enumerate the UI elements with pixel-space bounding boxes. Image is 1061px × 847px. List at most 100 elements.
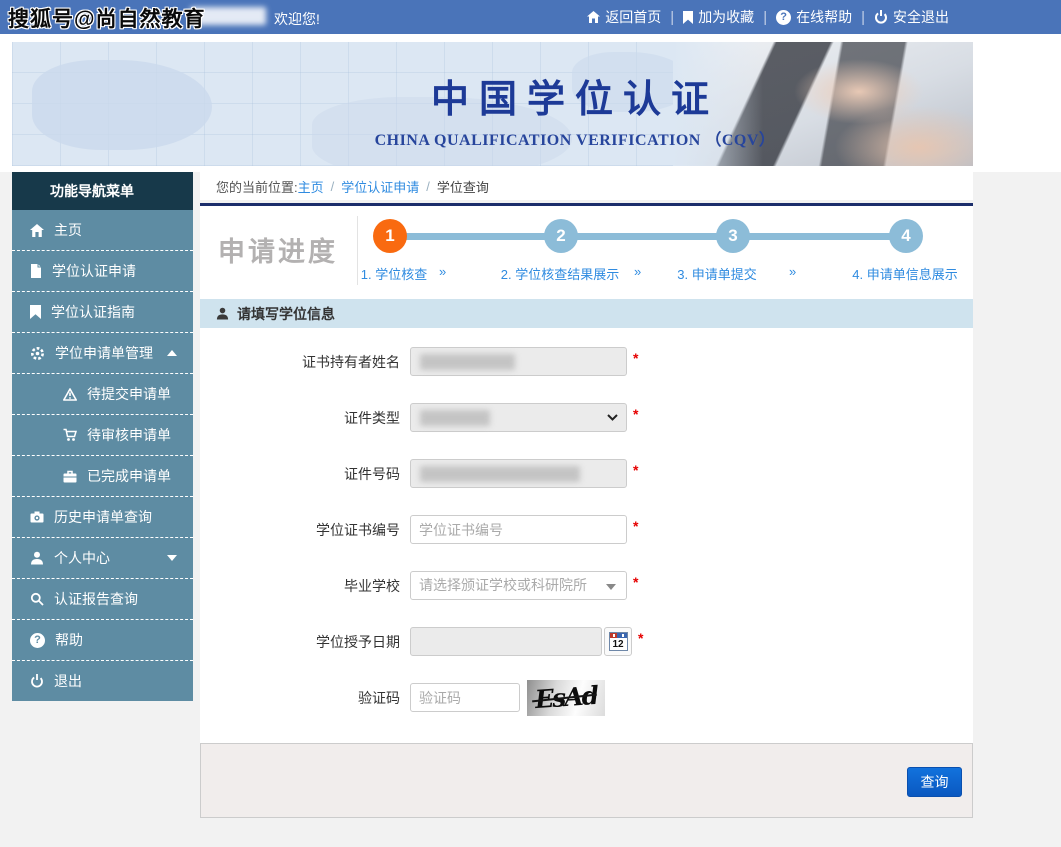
- home-link-label: 返回首页: [605, 7, 661, 27]
- sidebar-item-label: 学位认证申请: [52, 261, 136, 281]
- home-link[interactable]: 返回首页: [587, 7, 661, 27]
- sidebar-item-application-management[interactable]: 学位申请单管理: [12, 333, 193, 374]
- breadcrumb-degree-application[interactable]: 学位认证申请: [341, 177, 419, 196]
- field-label: 毕业学校: [200, 576, 400, 596]
- certificate-holder-name-input[interactable]: [410, 347, 627, 376]
- user-icon: [216, 307, 229, 320]
- captcha-text: EsAd: [534, 683, 598, 712]
- breadcrumb-separator: /: [426, 179, 430, 194]
- document-icon: [30, 264, 42, 278]
- sidebar-header: 功能导航菜单: [12, 172, 193, 210]
- help-icon: ?: [776, 10, 791, 25]
- sidebar-item-completed[interactable]: 已完成申请单: [12, 456, 193, 497]
- step-circle-4: 4: [889, 219, 923, 253]
- sidebar-item-pending-review[interactable]: 待审核申请单: [12, 415, 193, 456]
- gear-icon: [30, 346, 45, 361]
- home-icon: [30, 224, 44, 237]
- degree-certificate-number-input[interactable]: [410, 515, 627, 544]
- field-label: 学位证书编号: [200, 520, 400, 540]
- watermark: 搜狐号@尚自然教育: [8, 3, 205, 33]
- online-help-link[interactable]: ? 在线帮助: [776, 7, 852, 27]
- welcome-text: 欢迎您!: [274, 9, 320, 29]
- sidebar-item-label: 待提交申请单: [87, 384, 171, 404]
- form-footer: 查询: [200, 743, 973, 818]
- id-type-select[interactable]: [410, 403, 627, 432]
- required-asterisk: *: [633, 518, 638, 534]
- sidebar-item-label: 个人中心: [54, 548, 110, 568]
- header-band: 中国学位认证 CHINA QUALIFICATION VERIFICATION …: [0, 34, 1061, 172]
- degree-info-form: 证书持有者姓名 * 证件类型 * 证件号码: [200, 328, 973, 743]
- help-icon: ?: [30, 633, 45, 648]
- sidebar-item-personal-center[interactable]: 个人中心: [12, 538, 193, 579]
- captcha-input[interactable]: [410, 683, 520, 712]
- sidebar-item-label: 主页: [54, 220, 82, 240]
- calendar-button[interactable]: 12: [604, 627, 632, 656]
- required-asterisk: *: [633, 462, 638, 478]
- captcha-image[interactable]: EsAd: [527, 680, 605, 716]
- form-row-holder-name: 证书持有者姓名 *: [200, 347, 973, 376]
- breadcrumb: 您的当前位置: 主页 / 学位认证申请 / 学位查询: [200, 172, 973, 200]
- field-label: 证件类型: [200, 408, 400, 428]
- step-circle-2: 2: [544, 219, 578, 253]
- add-favorite-label: 加为收藏: [698, 7, 754, 27]
- sidebar-item-degree-application[interactable]: 学位认证申请: [12, 251, 193, 292]
- breadcrumb-separator: /: [331, 179, 335, 194]
- step-circle-1: 1: [373, 219, 407, 253]
- degree-award-date-input[interactable]: [410, 627, 602, 656]
- topbar: 欢迎您! 返回首页 | 加为收藏 | ? 在线帮助 | 安全退出 搜狐号@尚自然…: [0, 0, 1061, 34]
- form-section-title: 请填写学位信息: [237, 304, 335, 324]
- sidebar-item-report-query[interactable]: 认证报告查询: [12, 579, 193, 620]
- home-icon: [587, 11, 600, 23]
- required-asterisk: *: [633, 574, 638, 590]
- power-icon: [874, 10, 888, 24]
- select-placeholder: 请选择颁证学校或科研院所: [411, 572, 626, 599]
- chevron-up-icon: [167, 350, 177, 356]
- step-label-4[interactable]: 4. 申请单信息展示: [852, 264, 957, 283]
- step-label-2[interactable]: 2. 学位核查结果展示: [501, 264, 619, 283]
- step-label-1[interactable]: 1. 学位核查: [361, 264, 427, 283]
- query-button[interactable]: 查询: [907, 767, 962, 797]
- form-row-id-number: 证件号码 *: [200, 459, 973, 488]
- site-banner: 中国学位认证 CHINA QUALIFICATION VERIFICATION …: [12, 42, 973, 166]
- graduation-school-select[interactable]: 请选择颁证学校或科研院所: [410, 571, 627, 600]
- redacted-value: [420, 410, 490, 426]
- main-content: 您的当前位置: 主页 / 学位认证申请 / 学位查询 申请进度 1 2 3 4 …: [200, 172, 973, 818]
- field-label: 证件号码: [200, 464, 400, 484]
- field-label: 验证码: [200, 688, 400, 708]
- form-row-graduation-school: 毕业学校 请选择颁证学校或科研院所 *: [200, 571, 973, 600]
- site-subtitle: CHINA QUALIFICATION VERIFICATION （CQV）: [345, 126, 805, 150]
- world-map-shape: [32, 60, 212, 150]
- form-row-certificate-number: 学位证书编号 *: [200, 515, 973, 544]
- topbar-separator: |: [763, 9, 767, 26]
- form-section-header: 请填写学位信息: [200, 299, 973, 328]
- sidebar-item-label: 待审核申请单: [87, 425, 171, 445]
- topbar-separator: |: [861, 9, 865, 26]
- sidebar-item-help[interactable]: ? 帮助: [12, 620, 193, 661]
- cart-icon: [63, 428, 77, 442]
- logout-label: 安全退出: [893, 7, 949, 27]
- logout-link[interactable]: 安全退出: [874, 7, 949, 27]
- dropdown-arrow-icon: [606, 584, 616, 590]
- sidebar-item-label: 退出: [54, 671, 82, 691]
- briefcase-icon: [63, 470, 77, 483]
- sidebar-item-label: 历史申请单查询: [54, 507, 152, 527]
- id-number-input[interactable]: [410, 459, 627, 488]
- step-label-3[interactable]: 3. 申请单提交: [677, 264, 756, 283]
- sidebar-item-home[interactable]: 主页: [12, 210, 193, 251]
- sidebar-item-exit[interactable]: 退出: [12, 661, 193, 701]
- warning-icon: [63, 388, 77, 401]
- add-favorite-link[interactable]: 加为收藏: [683, 7, 754, 27]
- breadcrumb-home[interactable]: 主页: [298, 177, 324, 196]
- sidebar-item-history-query[interactable]: 历史申请单查询: [12, 497, 193, 538]
- step-arrow: »: [634, 264, 641, 279]
- progress-track: [390, 233, 906, 240]
- sidebar-item-degree-guide[interactable]: 学位认证指南: [12, 292, 193, 333]
- page: 欢迎您! 返回首页 | 加为收藏 | ? 在线帮助 | 安全退出 搜狐号@尚自然…: [0, 0, 1061, 847]
- chevron-down-icon: [167, 555, 177, 561]
- sidebar-item-pending-submit[interactable]: 待提交申请单: [12, 374, 193, 415]
- search-icon: [30, 592, 44, 606]
- redacted-value: [420, 354, 515, 370]
- site-title: 中国学位认证: [345, 68, 805, 123]
- required-asterisk: *: [633, 350, 638, 366]
- calendar-icon-day: 12: [610, 638, 627, 650]
